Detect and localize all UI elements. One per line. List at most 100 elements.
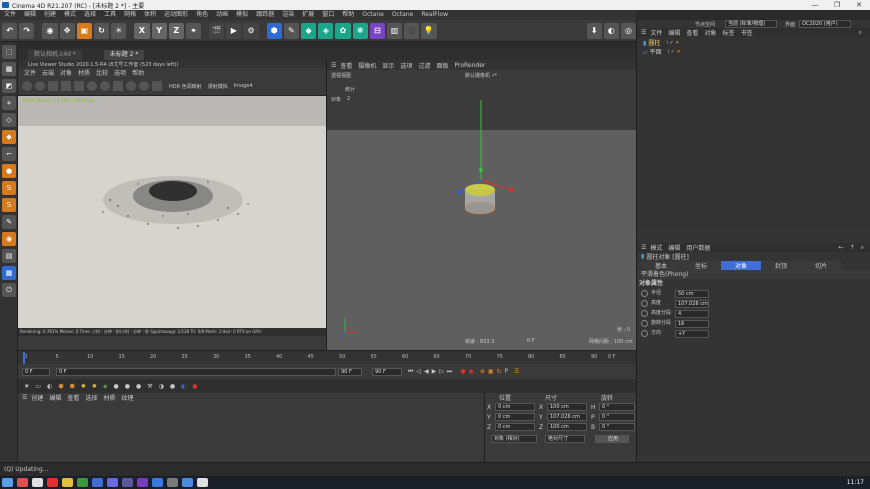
array-icon[interactable]: ◈ (318, 22, 334, 39)
cube-icon[interactable]: ⬢ (266, 22, 282, 39)
mode-dropdown[interactable]: 漫射模拟 (208, 83, 228, 90)
menu-mograph[interactable]: 运动图形 (160, 10, 192, 20)
record-icon[interactable]: ● (460, 368, 465, 375)
hdr-dropdown[interactable]: HDR 色调映射 (169, 83, 202, 90)
menu-simulate[interactable]: 模拟 (232, 10, 252, 20)
position-field[interactable]: 0 cm (495, 413, 535, 421)
next-frame-icon[interactable]: ▷ (439, 368, 444, 375)
lv-menu-options[interactable]: 选项 (114, 68, 126, 77)
scale-icon[interactable]: ▣ (76, 22, 92, 39)
lock-icon[interactable]: ▤ (2, 249, 16, 263)
taskbar-app-2[interactable] (32, 478, 43, 487)
taskbar-app-10[interactable] (152, 478, 163, 487)
om-menu-bookmarks[interactable]: 书签 (740, 28, 752, 37)
recent-tool-icon[interactable]: ✳ (111, 22, 127, 39)
snap-icon[interactable]: ⌐ (2, 147, 16, 161)
cylinder-gizmo[interactable] (327, 70, 637, 350)
lv-region-icon[interactable] (113, 81, 123, 91)
power-icon[interactable]: ⏻ (2, 283, 16, 297)
visibility-dots-plane[interactable]: ⁞ ✓ ✦ (668, 48, 681, 57)
current-frame-field[interactable]: 0 F (56, 367, 336, 376)
lv-menu-file[interactable]: 文件 (24, 68, 36, 77)
shelf-cube2-icon[interactable]: ⬢ (70, 383, 75, 390)
rotate-icon[interactable]: ↻ (93, 22, 110, 39)
shelf-sphere-icon[interactable]: ● (114, 383, 119, 390)
lv-pause-icon[interactable] (48, 81, 58, 91)
mat-menu-view[interactable]: 查看 (67, 393, 79, 402)
cloner-icon[interactable]: ✿ (335, 22, 351, 39)
taskbar-app-6[interactable] (92, 478, 103, 487)
taskbar-app-11[interactable] (167, 478, 178, 487)
menu-octane[interactable]: Octane (358, 10, 388, 20)
visibility-dots[interactable]: ⁞ ✓ ✦ (666, 39, 679, 48)
taskbar-app-8[interactable] (122, 478, 133, 487)
vp-menu-display[interactable]: 显示 (382, 61, 394, 70)
menu-mode[interactable]: 模式 (60, 10, 80, 20)
undo-icon[interactable]: ↶ (2, 22, 18, 39)
shelf-material-icon[interactable]: ◐ (47, 383, 52, 390)
axis-x-button[interactable]: X (134, 22, 150, 39)
taskbar-app-1[interactable] (17, 478, 28, 487)
move-icon[interactable]: ✥ (59, 22, 75, 39)
lv-menu-materials[interactable]: 材质 (78, 68, 90, 77)
coordinate-system-icon[interactable]: ⌖ (185, 22, 202, 39)
field-icon[interactable]: ⊟ (369, 22, 385, 39)
shelf-cube-icon[interactable]: ⬢ (58, 383, 63, 390)
image-dropdown[interactable]: Image4 (234, 83, 272, 89)
edges-mode-icon[interactable]: ◇ (2, 113, 16, 127)
coord-mode-dropdown[interactable]: 对象 (相对) (491, 434, 537, 443)
render-picture-icon[interactable]: ▶ (226, 22, 242, 39)
attr-back-icon[interactable]: ← (839, 244, 844, 251)
shelf-dot-icon[interactable]: ● (170, 383, 175, 390)
menu-select[interactable]: 选择 (80, 10, 100, 20)
sculpt-icon[interactable]: ● (2, 164, 16, 178)
grid-icon[interactable]: ▦ (2, 266, 16, 280)
taskbar-app-13[interactable] (197, 478, 208, 487)
menu-create[interactable]: 创建 (40, 10, 60, 20)
shelf-star-icon[interactable]: ✹ (81, 383, 86, 390)
lv-menu-cloud[interactable]: 云端 (42, 68, 54, 77)
mat-menu-texture[interactable]: 纹理 (121, 393, 133, 402)
om-menu-view[interactable]: 查看 (686, 28, 698, 37)
taskbar-app-5[interactable] (77, 478, 88, 487)
om-menu-edit[interactable]: 编辑 (668, 28, 680, 37)
shelf-render-icon[interactable]: ▭ (35, 383, 41, 390)
vp-menu-panel[interactable]: 面板 (436, 61, 448, 70)
prev-frame-icon[interactable]: ◀ (424, 368, 429, 375)
taskbar-app-9[interactable] (137, 478, 148, 487)
timeline-ruler[interactable]: 0 5 10 15 20 25 30 35 40 45 50 55 60 65 70 75 80 85 90 0 F (18, 350, 636, 364)
menu-extensions[interactable]: 扩展 (298, 10, 318, 20)
axis-z-button[interactable]: Z (168, 22, 184, 39)
keyframe-dot-icon[interactable] (641, 300, 648, 307)
node-space-dropdown[interactable]: 当前 (标准/物理) (725, 20, 778, 28)
menu-realflow[interactable]: RealFlow (417, 10, 452, 20)
close-button[interactable]: ✕ (848, 0, 870, 10)
shelf-node-icon[interactable]: ◈ (103, 383, 108, 390)
lv-play-icon[interactable] (22, 81, 32, 91)
render-view-icon[interactable]: 🎬 (209, 22, 225, 39)
lv-menu-compare[interactable]: 比较 (96, 68, 108, 77)
attribute-value-field[interactable]: +Y (675, 329, 709, 338)
apply-button[interactable]: 应用 (595, 434, 629, 443)
shelf-tool-icon[interactable]: ⚒ (147, 383, 152, 390)
attr-menu-mode[interactable]: 模式 (650, 243, 662, 252)
lv-refresh-icon[interactable] (35, 81, 45, 91)
vp-menu-options[interactable]: 选项 (400, 61, 412, 70)
polygons-mode-icon[interactable]: ◆ (2, 130, 16, 144)
object-item-cylinder[interactable]: ▮ 圆柱 ⁞ ✓ ✦ (637, 39, 870, 48)
rotation-field[interactable]: 0 ° (599, 403, 635, 411)
menu-help[interactable]: 帮助 (338, 10, 358, 20)
attr-search-icon[interactable]: ⌕ (861, 244, 864, 252)
scene-icon[interactable]: ▥ (386, 22, 403, 39)
menu-character[interactable]: 角色 (192, 10, 212, 20)
menu-volume[interactable]: 体积 (140, 10, 160, 20)
menu-window[interactable]: 窗口 (318, 10, 338, 20)
axis-y-button[interactable]: Y (151, 22, 167, 39)
start-frame-field[interactable]: 0 F (22, 367, 50, 376)
attr-menu-edit[interactable]: 编辑 (668, 243, 680, 252)
om-menu-tags[interactable]: 标签 (722, 28, 734, 37)
keyframe-dot-icon[interactable] (641, 320, 648, 327)
taskbar-app-7[interactable] (107, 478, 118, 487)
lv-menu-objects[interactable]: 对象 (60, 68, 72, 77)
mat-menu-icon[interactable]: ☰ (22, 394, 27, 401)
